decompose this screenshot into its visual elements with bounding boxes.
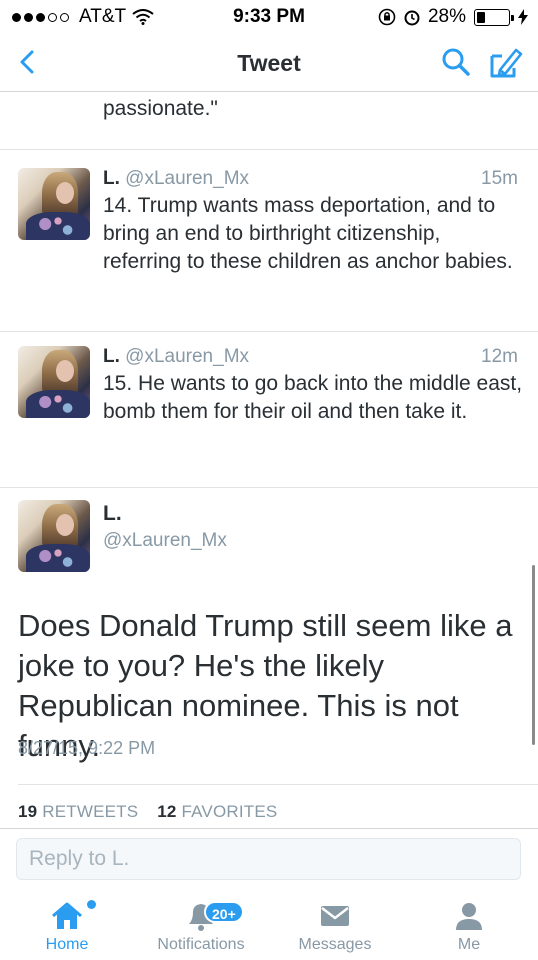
tweet-item[interactable]: L. @xLauren_Mx 12m 15. He wants to go ba… <box>0 332 538 487</box>
twitter-tweet-screen: AT&T 9:33 PM 28% Tweet passionate." L. @… <box>0 0 538 960</box>
battery-icon <box>474 8 514 26</box>
retweets-count: 19 <box>18 802 38 821</box>
tab-messages-label: Messages <box>298 936 372 953</box>
scrollbar[interactable] <box>532 565 535 745</box>
tweet-header: L. @xLauren_Mx <box>103 346 249 368</box>
tweet-text: 15. He wants to go back into the middle … <box>103 372 523 423</box>
notifications-badge: 20+ <box>204 901 244 923</box>
detail-timestamp: 8/27/15, 9:22 PM <box>18 738 156 758</box>
carrier-name: AT&T <box>79 6 127 27</box>
person-icon <box>456 903 482 930</box>
status-left: AT&T <box>12 6 154 28</box>
tab-me-label: Me <box>457 936 481 953</box>
tweet-author-name[interactable]: L. <box>103 168 120 189</box>
tweet-author-handle[interactable]: @xLauren_Mx <box>125 346 249 367</box>
tab-bar: Home Notifications 20+ Messages Me <box>0 890 538 960</box>
reply-input[interactable] <box>16 838 521 880</box>
retweets-label: RETWEETS <box>42 802 139 821</box>
tab-notifications-label: Notifications <box>157 936 245 953</box>
retweets-stat[interactable]: 19 RETWEETS <box>18 802 138 821</box>
signal-strength-icon <box>12 12 69 22</box>
detail-tweet: L. @xLauren_Mx Does Donald Trump still s… <box>0 488 538 828</box>
tab-me[interactable]: Me <box>402 890 536 960</box>
favorites-count: 12 <box>157 802 177 821</box>
status-right: 28% <box>378 6 528 28</box>
divider <box>18 784 538 785</box>
conversation-timeline[interactable]: passionate." L. @xLauren_Mx 15m 14. Trum… <box>0 93 538 828</box>
status-bar: AT&T 9:33 PM 28% <box>0 0 538 36</box>
avatar[interactable] <box>18 168 90 240</box>
navigation-bar: Tweet <box>0 36 538 92</box>
tweet-author-handle[interactable]: @xLauren_Mx <box>125 168 249 189</box>
tab-home[interactable]: Home <box>0 890 134 960</box>
tweet-header: L. @xLauren_Mx <box>103 168 249 190</box>
battery-fill <box>477 11 485 23</box>
envelope-icon <box>321 906 349 926</box>
orientation-lock-icon <box>378 8 396 26</box>
charging-bolt-icon <box>518 9 528 25</box>
tweet-item[interactable]: L. @xLauren_Mx 15m 14. Trump wants mass … <box>0 150 538 330</box>
tweet-text: 14. Trump wants mass deportation, and to… <box>103 194 513 273</box>
tab-home-label: Home <box>45 936 89 953</box>
back-chevron-icon[interactable] <box>10 44 46 80</box>
avatar[interactable] <box>18 500 90 572</box>
reply-bar <box>0 828 538 890</box>
detail-author-name[interactable]: L. <box>103 502 122 526</box>
favorites-label: FAVORITES <box>181 802 278 821</box>
compose-icon[interactable] <box>486 42 526 82</box>
tab-notifications[interactable]: Notifications <box>134 890 268 960</box>
new-content-dot <box>87 900 96 909</box>
search-icon[interactable] <box>438 44 474 80</box>
alarm-icon <box>404 10 420 26</box>
previous-tweet-text: passionate." <box>103 97 218 120</box>
wifi-icon <box>132 9 154 25</box>
avatar[interactable] <box>18 346 90 418</box>
detail-author-handle[interactable]: @xLauren_Mx <box>103 530 227 552</box>
tab-messages[interactable]: Messages <box>268 890 402 960</box>
home-icon <box>52 902 82 929</box>
tweet-timestamp: 12m <box>481 346 518 367</box>
battery-percent: 28% <box>427 6 466 27</box>
favorites-stat[interactable]: 12 FAVORITES <box>157 802 277 821</box>
tweet-author-name[interactable]: L. <box>103 346 120 367</box>
tweet-timestamp: 15m <box>481 168 518 189</box>
tweet-stats: 19 RETWEETS 12 FAVORITES <box>18 802 291 822</box>
